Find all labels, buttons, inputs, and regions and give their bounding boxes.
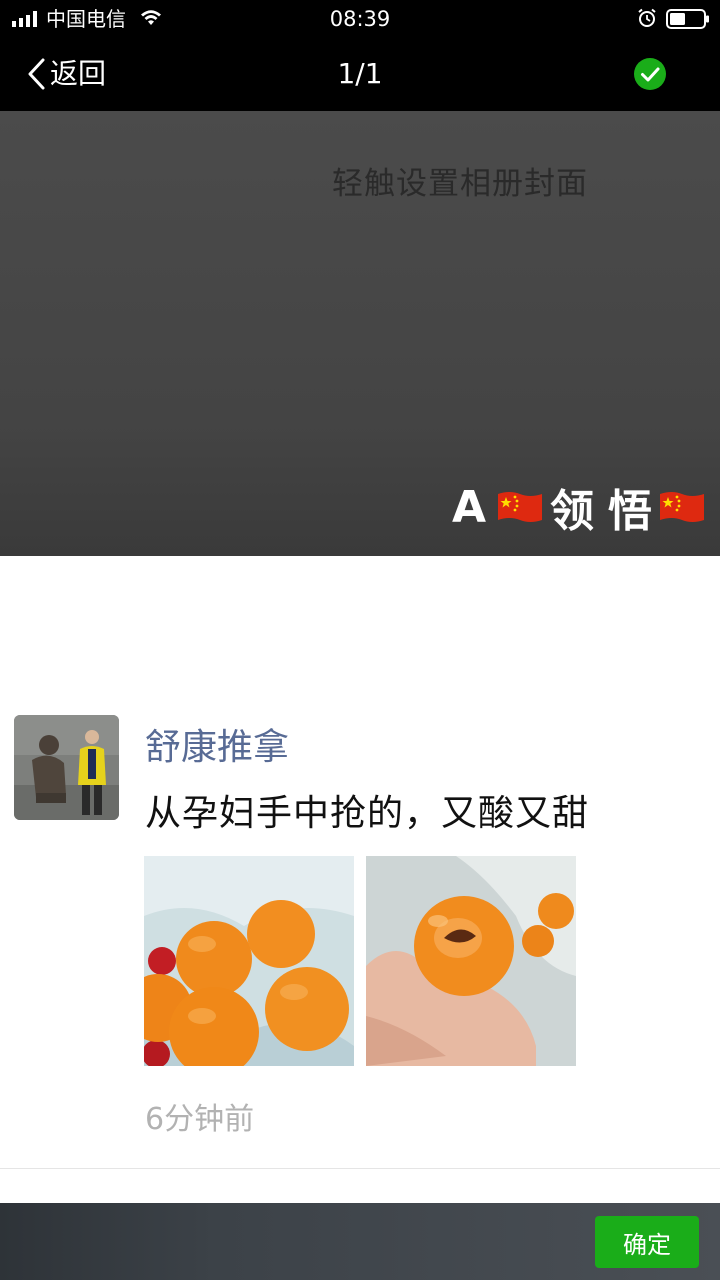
post-timestamp: 6分钟前 xyxy=(145,1102,255,1137)
alarm-icon xyxy=(638,8,656,27)
confirm-button[interactable]: 确定 xyxy=(595,1216,699,1268)
post-username[interactable]: 舒康推拿 xyxy=(145,718,289,770)
album-cover[interactable]: 轻触设置相册封面 A 领 悟 xyxy=(0,111,720,556)
post-text: 从孕妇手中抢的，又酸又甜 xyxy=(145,793,590,834)
divider xyxy=(0,1168,720,1169)
cover-hint: 轻触设置相册封面 xyxy=(332,166,588,202)
nickname-part1: 领 xyxy=(550,486,594,537)
china-flag-icon xyxy=(498,492,542,522)
nav-bar: 返回 1/1 xyxy=(0,38,720,111)
clock: 08:39 xyxy=(329,7,391,31)
bottom-toolbar: 确定 xyxy=(0,1203,720,1280)
china-flag-icon xyxy=(660,492,704,522)
nickname-part2: 悟 xyxy=(608,486,652,537)
check-circle-icon[interactable] xyxy=(634,58,666,90)
apricots-in-bag-photo[interactable] xyxy=(144,856,354,1066)
avatar[interactable] xyxy=(14,715,119,820)
battery-icon xyxy=(666,9,709,29)
bitten-apricot-in-hand-photo[interactable] xyxy=(366,856,576,1066)
status-bar: 中国电信 08:39 xyxy=(0,0,720,38)
nickname-prefix: A xyxy=(451,481,486,533)
page-title: 1/1 xyxy=(337,57,383,90)
moment-post: 舒康推拿 从孕妇手中抢的，又酸又甜 6分钟前 xyxy=(0,556,720,1168)
profile-nickname: A 领 悟 xyxy=(452,475,712,539)
